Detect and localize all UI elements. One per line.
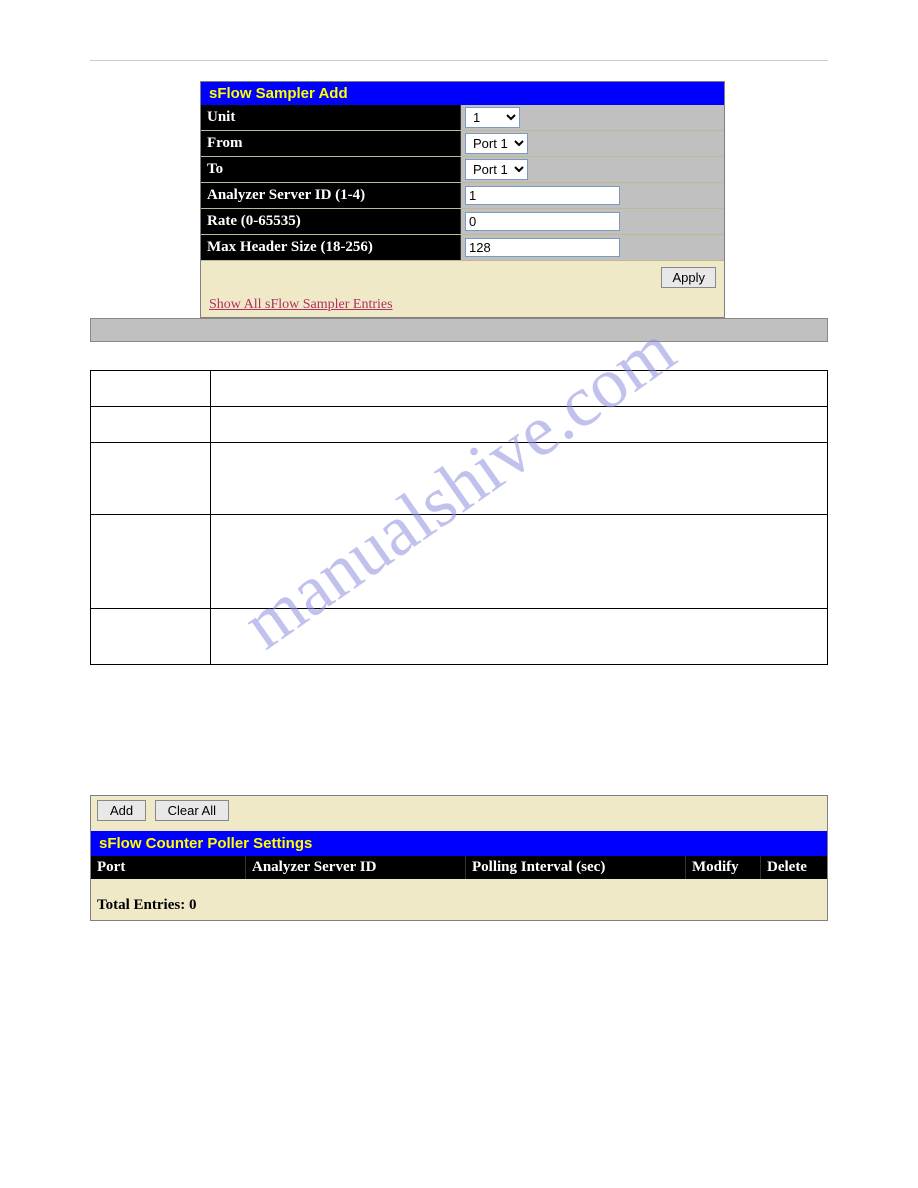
table-row [91, 443, 828, 515]
col-port: Port [91, 856, 246, 879]
from-label: From [201, 131, 461, 156]
col-analyzer: Analyzer Server ID [246, 856, 466, 879]
row-analyzer: Analyzer Server ID (1-4) [201, 183, 724, 209]
table-row [91, 515, 828, 609]
row-to: To Port 1 [201, 157, 724, 183]
col-interval: Polling Interval (sec) [466, 856, 686, 879]
row-rate: Rate (0-65535) [201, 209, 724, 235]
row-maxheader: Max Header Size (18-256) [201, 235, 724, 261]
rate-input[interactable] [465, 212, 620, 231]
rate-label: Rate (0-65535) [201, 209, 461, 234]
table-row [91, 609, 828, 665]
table-row [91, 407, 828, 443]
poller-columns: Port Analyzer Server ID Polling Interval… [91, 856, 827, 879]
col-delete: Delete [761, 856, 827, 879]
sampler-header: sFlow Sampler Add [201, 82, 724, 105]
row-unit: Unit 1 [201, 105, 724, 131]
to-select[interactable]: Port 1 [465, 159, 528, 180]
maxheader-input[interactable] [465, 238, 620, 257]
clear-all-button[interactable]: Clear All [155, 800, 229, 821]
from-select[interactable]: Port 1 [465, 133, 528, 154]
col-modify: Modify [686, 856, 761, 879]
analyzer-input[interactable] [465, 186, 620, 205]
sflow-sampler-add-panel: sFlow Sampler Add Unit 1 From Port 1 To … [200, 81, 725, 318]
total-entries: Total Entries: 0 [97, 897, 821, 914]
to-label: To [201, 157, 461, 182]
description-table [90, 370, 828, 665]
row-from: From Port 1 [201, 131, 724, 157]
analyzer-label: Analyzer Server ID (1-4) [201, 183, 461, 208]
sflow-counter-poller-panel: Add Clear All sFlow Counter Poller Setti… [90, 795, 828, 921]
desc-table-headerbar [90, 318, 828, 342]
top-rule [90, 60, 828, 61]
maxheader-label: Max Header Size (18-256) [201, 235, 461, 260]
table-row [91, 371, 828, 407]
apply-button[interactable]: Apply [661, 267, 716, 288]
unit-label: Unit [201, 105, 461, 130]
show-all-entries-link[interactable]: Show All sFlow Sampler Entries [209, 297, 716, 313]
poller-header: sFlow Counter Poller Settings [91, 831, 827, 856]
unit-select[interactable]: 1 [465, 107, 520, 128]
add-button[interactable]: Add [97, 800, 146, 821]
